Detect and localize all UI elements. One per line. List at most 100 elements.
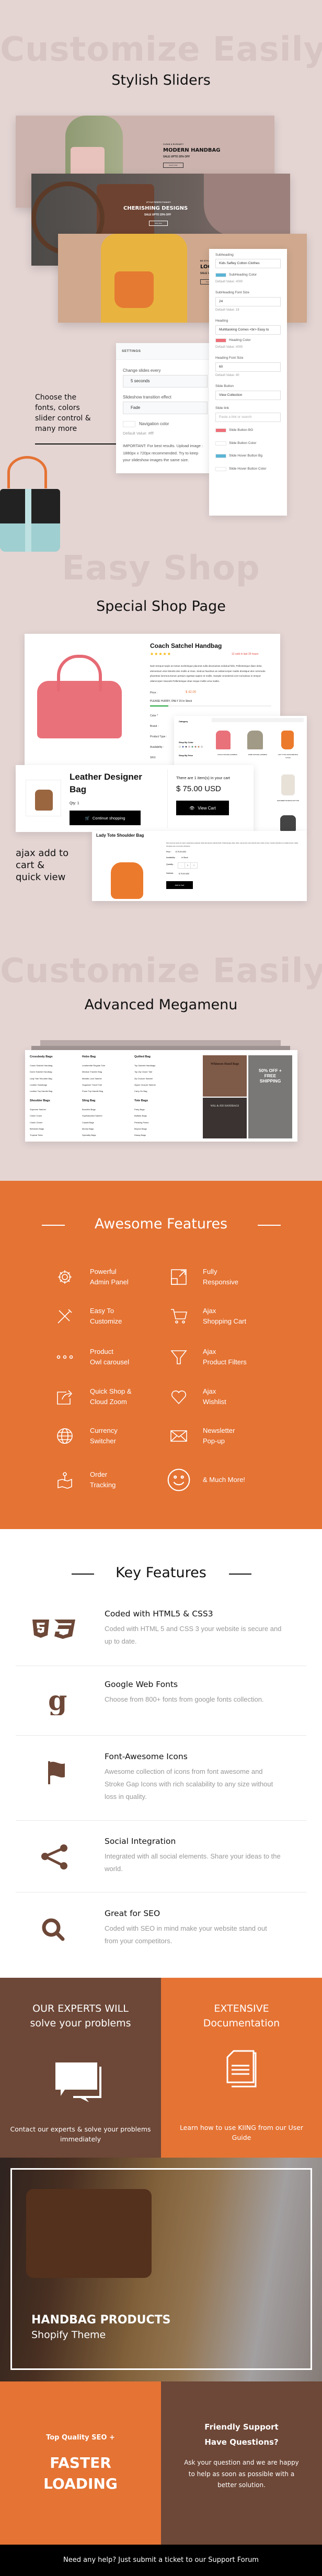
field-brand: Brand : bbox=[150, 725, 159, 728]
megamenu-item[interactable]: Crystal Bags bbox=[82, 1121, 94, 1124]
megamenu-heading[interactable]: Shoulder Bags bbox=[30, 1099, 50, 1102]
megamenu-item[interactable]: Medium Traveler Bag bbox=[82, 1070, 102, 1073]
megamenu-item[interactable]: Leather Top Handle Bag bbox=[30, 1090, 52, 1092]
megamenu-heading[interactable]: Crossbody Bags bbox=[30, 1055, 53, 1058]
hover-bg-swatch[interactable] bbox=[215, 454, 226, 458]
grid-product-name[interactable]: LADY TOTE SHOULDER BAG bbox=[272, 754, 304, 756]
megamenu-item[interactable]: Party Bags bbox=[134, 1108, 145, 1111]
megamenu-heading[interactable]: Quilted Bag bbox=[134, 1055, 151, 1058]
hover-color-swatch[interactable] bbox=[215, 467, 226, 471]
heading-size-input[interactable]: 60 bbox=[215, 362, 281, 372]
megamenu-item[interactable]: Top Satchel Handbags bbox=[134, 1064, 155, 1067]
feature-label: Powerful bbox=[90, 1268, 117, 1275]
heading-input[interactable]: Multitasking Comes <br> Easy to bbox=[215, 325, 281, 335]
megamenu-item[interactable]: Pleasing Packs bbox=[134, 1121, 148, 1124]
slide-button-input[interactable]: View Collection bbox=[215, 391, 281, 400]
megamenu-item[interactable]: Coach Satchel Handbag bbox=[30, 1064, 52, 1067]
quickview-description: Nam tempus turpis at metus scelerisque p… bbox=[166, 842, 298, 847]
seo-panel: Top Quality SEO + FASTER LOADING bbox=[0, 2381, 161, 2545]
megamenu-item[interactable]: Bountiful Bags bbox=[82, 1108, 96, 1111]
megamenu-item[interactable]: Money Bags bbox=[82, 1127, 94, 1130]
megamenu-item[interactable]: Metallic Lock Satchel bbox=[82, 1077, 102, 1080]
megamenu-item[interactable]: Sophisticated Satchel bbox=[82, 1114, 102, 1117]
promo-banner-whimson[interactable]: Whimson Hand Bags bbox=[203, 1055, 247, 1097]
megamenu-item[interactable]: Dome Satchel Handbag bbox=[30, 1070, 52, 1073]
slide-link-input[interactable]: Paste a link or search bbox=[215, 413, 281, 422]
bag-handle bbox=[7, 456, 47, 488]
subheading-color-swatch[interactable] bbox=[215, 273, 226, 277]
support-forum-link[interactable]: Need any help? Just submit a ticket to o… bbox=[0, 2556, 322, 2564]
color-swatch[interactable] bbox=[198, 746, 200, 748]
megamenu-item[interactable]: Klassy Bags bbox=[134, 1134, 146, 1136]
color-swatch[interactable] bbox=[191, 746, 193, 748]
megamenu-item[interactable]: Specialty Bags bbox=[82, 1134, 96, 1136]
change-slides-select[interactable]: 5 seconds bbox=[123, 375, 208, 387]
color-swatch[interactable] bbox=[185, 746, 187, 748]
megamenu-item[interactable]: Zip Closure Satchel bbox=[134, 1077, 153, 1080]
megamenu-item[interactable]: Top Zip Closer Tote bbox=[134, 1070, 152, 1073]
heading-color-swatch[interactable] bbox=[215, 338, 226, 343]
color-swatch[interactable] bbox=[194, 746, 197, 748]
megamenu-item[interactable]: Beyond Bags bbox=[134, 1127, 147, 1130]
docs-panel[interactable]: EXTENSIVE Documentation Learn how to use … bbox=[161, 1978, 322, 2158]
megamenu-item[interactable]: Tropical Totes bbox=[30, 1134, 43, 1136]
grid-product-image[interactable] bbox=[280, 815, 296, 831]
promo-banner-handbags[interactable]: WAL & JOE HANDBAGS bbox=[203, 1098, 247, 1138]
megamenu-item[interactable]: Purse Top Handle Bag bbox=[82, 1090, 103, 1092]
transition-select[interactable]: Fade bbox=[123, 402, 208, 414]
quantity-value[interactable]: 1 bbox=[185, 863, 191, 868]
color-swatch[interactable] bbox=[201, 746, 203, 748]
support-panel[interactable]: Friendly Support Have Questions? Ask your… bbox=[161, 2381, 322, 2545]
heading-color-default: Default Value: #000 bbox=[215, 346, 243, 349]
megamenu-item[interactable]: Zipper Closure Satchel bbox=[134, 1084, 156, 1086]
megamenu-item[interactable]: Organizer Travel Tote bbox=[82, 1084, 102, 1086]
add-to-cart-button[interactable]: Add to Cart bbox=[166, 881, 193, 889]
megamenu-item[interactable]: Lady Tote Shoulder Bag bbox=[30, 1077, 52, 1080]
megamenu-item[interactable]: Clutch Craze bbox=[30, 1114, 42, 1117]
shop-caption: ajax add to cart & quick view bbox=[16, 847, 68, 883]
megamenu-item[interactable]: Clutch Closet bbox=[30, 1121, 42, 1124]
grid-product-image[interactable] bbox=[216, 731, 231, 749]
slide-2-button[interactable]: Shop Now bbox=[149, 221, 168, 226]
subheading-size-input[interactable]: 24 bbox=[215, 297, 281, 306]
megamenu-item[interactable]: Beholden Bags bbox=[30, 1127, 44, 1130]
filter-color[interactable]: Shop By Color bbox=[179, 741, 193, 744]
filter-price[interactable]: Shop By Price bbox=[179, 754, 193, 757]
grid-product-name[interactable]: DOME SATCHEL HANDBAG bbox=[242, 754, 273, 756]
quickview-availability: In Stock bbox=[181, 857, 188, 859]
key-feature-title: Great for SEO bbox=[105, 1909, 160, 1918]
quantity-stepper[interactable]: - 1 + bbox=[178, 862, 198, 869]
megamenu-item[interactable]: Leatherette Regular Tote bbox=[82, 1064, 105, 1067]
megamenu-heading[interactable]: Sling Bag bbox=[82, 1099, 95, 1102]
grid-product-image[interactable] bbox=[247, 731, 263, 749]
quantity-minus[interactable]: - bbox=[178, 863, 185, 868]
filter-category[interactable]: Category bbox=[179, 720, 188, 723]
color-swatch[interactable] bbox=[188, 746, 190, 748]
megamenu-item[interactable]: Carry On Bag bbox=[134, 1090, 147, 1092]
feature-label: Easy To bbox=[90, 1307, 114, 1315]
megamenu-heading[interactable]: Tote Bags bbox=[134, 1099, 148, 1102]
megamenu-heading[interactable]: Hobo Bag bbox=[82, 1055, 96, 1058]
promo-banner-sale[interactable]: 50% OFF + FREE SHIPPING bbox=[248, 1055, 292, 1138]
slide-1-button[interactable]: SHOP NOW bbox=[163, 163, 183, 168]
quantity-plus[interactable]: + bbox=[191, 863, 197, 868]
awesome-features-title: Awesome Features bbox=[94, 1216, 228, 1232]
experts-panel[interactable]: OUR EXPERTS WILL solve your problems Cont… bbox=[0, 1978, 161, 2158]
subheading-input[interactable]: Kids Saftey Cotton Clothes bbox=[215, 259, 281, 268]
continue-shopping-button[interactable]: 🛒 Continue shopping bbox=[70, 811, 141, 825]
color-swatch[interactable] bbox=[179, 746, 181, 748]
grid-product-name[interactable]: LEATHERETTE REGULAR TOTE bbox=[272, 800, 304, 802]
megamenu-item[interactable]: Supreme Satchel bbox=[30, 1108, 46, 1111]
button-color-swatch[interactable] bbox=[215, 441, 226, 446]
grid-product-image[interactable] bbox=[281, 774, 295, 795]
awesome-features-section bbox=[0, 1181, 322, 1529]
grid-product-name[interactable]: COACH SATCHEL HANDBAG bbox=[212, 754, 243, 756]
megamenu-item[interactable]: Ballistic Bags bbox=[134, 1114, 147, 1117]
button-bg-swatch[interactable] bbox=[215, 428, 226, 432]
stock-text: PLEASE HURRY, ONLY 15 In Stock bbox=[150, 700, 192, 703]
grid-product-image[interactable] bbox=[281, 731, 294, 749]
megamenu-item[interactable]: Leather Handbags bbox=[30, 1084, 47, 1086]
navigation-color-swatch[interactable] bbox=[123, 421, 135, 427]
view-cart-button[interactable]: 👁 View Cart bbox=[176, 801, 229, 815]
color-swatch[interactable] bbox=[182, 746, 184, 748]
